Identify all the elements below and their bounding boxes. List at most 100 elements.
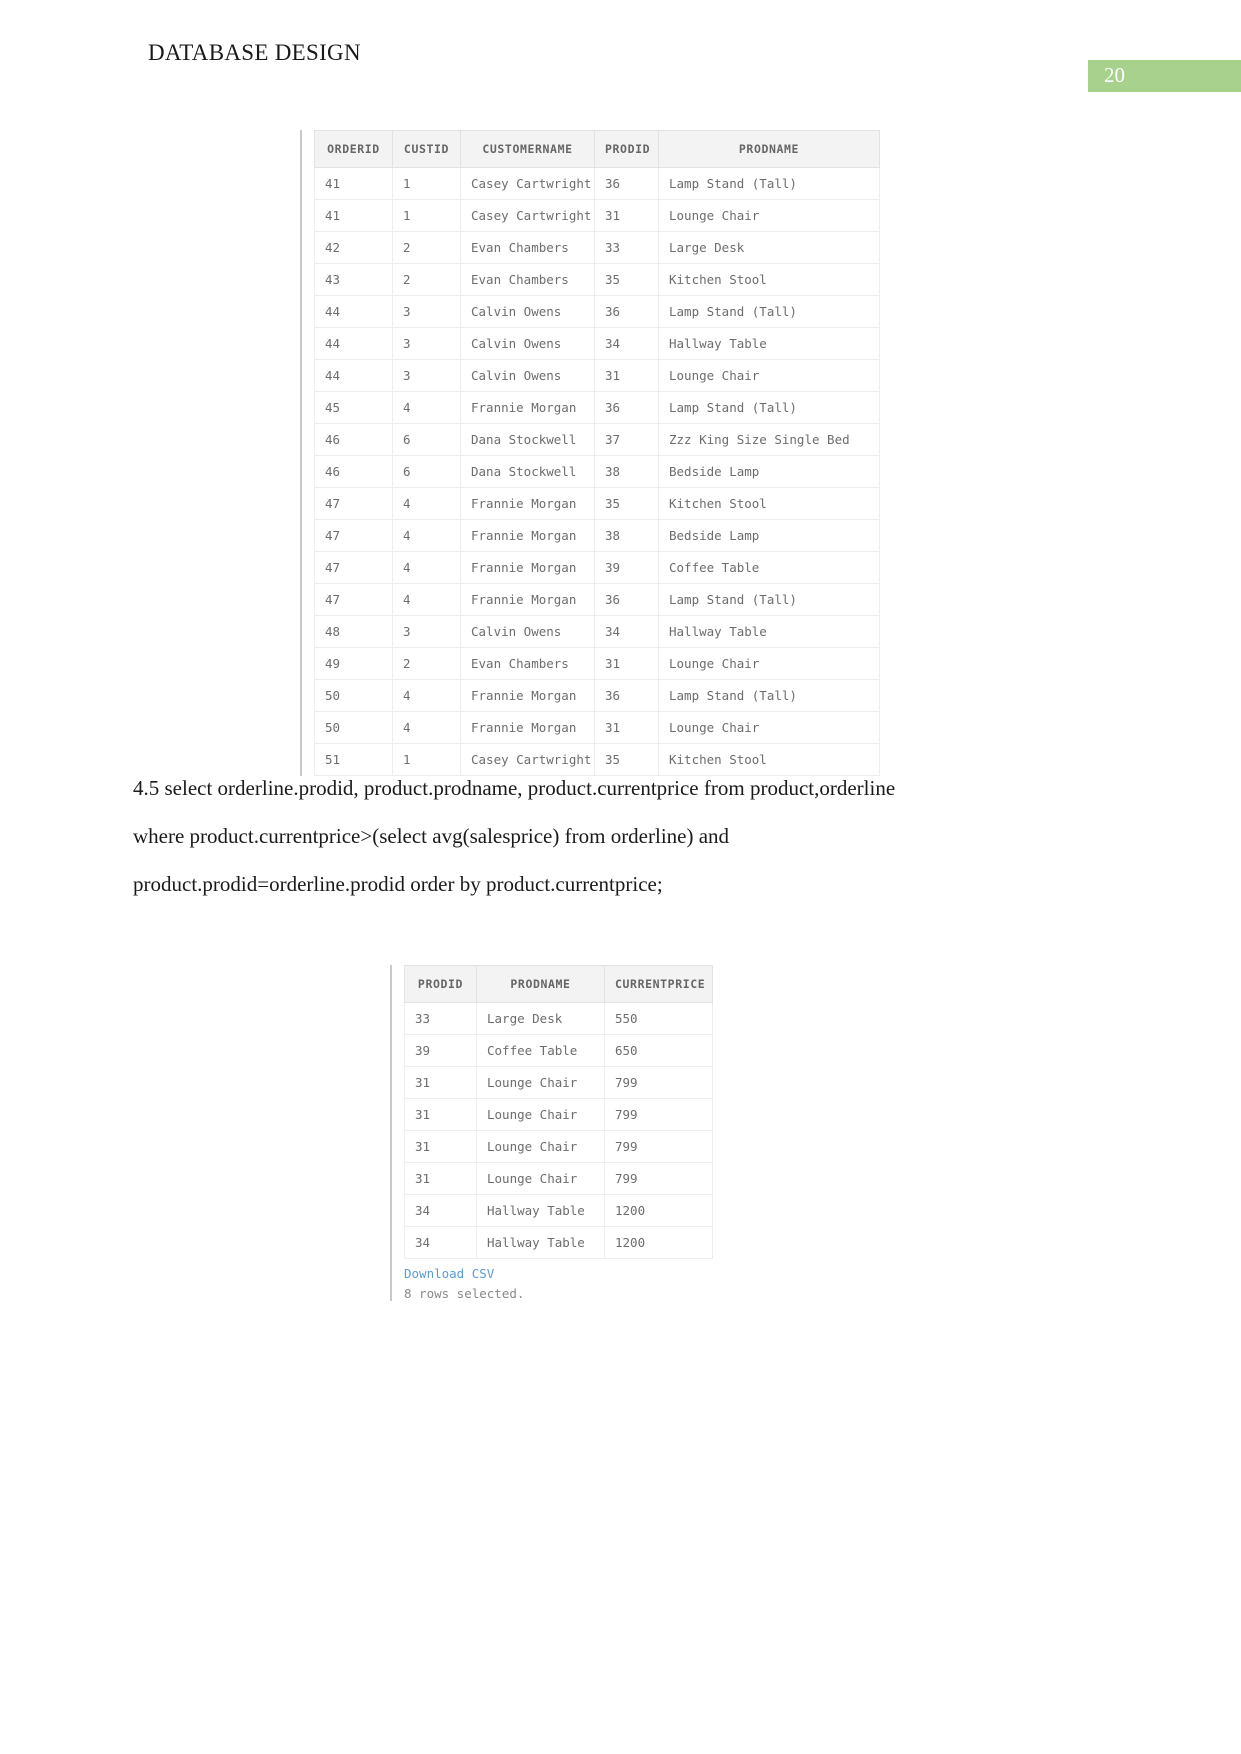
cell-prodname: Lamp Stand (Tall) [658,391,880,424]
cell-customername: Casey Cartwright [460,167,595,200]
cell-customername: Frannie Morgan [460,519,595,552]
column-header-prodid: PRODID [594,130,659,168]
cell-prodid: 31 [594,199,659,232]
cell-prodid: 31 [404,1098,477,1131]
cell-custid: 3 [392,615,461,648]
table-row: 42 2 Evan Chambers 33 Large Desk [314,231,880,264]
cell-orderid: 41 [314,167,393,200]
cell-prodid: 33 [404,1002,477,1035]
cell-prodid: 38 [594,519,659,552]
query-line-1: 4.5 select orderline.prodid, product.pro… [133,776,896,800]
table-row: 34 Hallway Table 1200 [404,1194,713,1227]
cell-customername: Dana Stockwell [460,455,595,488]
table-row: 44 3 Calvin Owens 31 Lounge Chair [314,359,880,392]
table-row: 45 4 Frannie Morgan 36 Lamp Stand (Tall) [314,391,880,424]
cell-orderid: 47 [314,551,393,584]
cell-prodname: Lounge Chair [476,1066,605,1099]
cell-prodid: 39 [594,551,659,584]
page-header: DATABASE DESIGN 20 [0,0,1241,100]
cell-prodname: Lounge Chair [658,359,880,392]
download-csv-link[interactable]: Download CSV [404,1266,494,1281]
cell-orderid: 50 [314,711,393,744]
table-header-row: PRODID PRODNAME CURRENTPRICE [404,965,713,1003]
column-header-prodname: PRODNAME [658,130,880,168]
cell-prodname: Bedside Lamp [658,519,880,552]
table-row: 44 3 Calvin Owens 34 Hallway Table [314,327,880,360]
cell-prodid: 34 [404,1226,477,1259]
query-line-3: product.prodid=orderline.prodid order by… [133,871,663,896]
cell-custid: 4 [392,583,461,616]
cell-prodid: 37 [594,423,659,456]
cell-prodid: 34 [404,1194,477,1227]
cell-prodname: Large Desk [476,1002,605,1035]
cell-prodname: Large Desk [658,231,880,264]
cell-custid: 2 [392,231,461,264]
cell-prodname: Lamp Stand (Tall) [658,583,880,616]
column-header-orderid: ORDERID [314,130,393,168]
cell-prodid: 35 [594,487,659,520]
cell-prodname: Lounge Chair [476,1162,605,1195]
cell-prodname: Coffee Table [658,551,880,584]
table-row: 49 2 Evan Chambers 31 Lounge Chair [314,647,880,680]
cell-customername: Frannie Morgan [460,551,595,584]
column-header-customername: CUSTOMERNAME [460,130,595,168]
cell-custid: 4 [392,519,461,552]
cell-prodid: 31 [594,711,659,744]
cell-currentprice: 1200 [604,1226,713,1259]
cell-orderid: 46 [314,423,393,456]
cell-prodname: Lounge Chair [658,199,880,232]
cell-customername: Calvin Owens [460,327,595,360]
cell-prodid: 36 [594,167,659,200]
table-row: 44 3 Calvin Owens 36 Lamp Stand (Tall) [314,295,880,328]
cell-customername: Evan Chambers [460,231,595,264]
cell-orderid: 45 [314,391,393,424]
cell-currentprice: 1200 [604,1194,713,1227]
screenshot-left-rule [390,965,392,1301]
cell-custid: 1 [392,199,461,232]
cell-prodname: Lounge Chair [476,1098,605,1131]
cell-prodid: 39 [404,1034,477,1067]
cell-prodid: 38 [594,455,659,488]
table-row: 47 4 Frannie Morgan 38 Bedside Lamp [314,519,880,552]
query-line-2: where product.currentprice>(select avg(s… [133,823,730,848]
cell-custid: 4 [392,551,461,584]
cell-custid: 6 [392,423,461,456]
cell-prodname: Kitchen Stool [658,263,880,296]
cell-orderid: 46 [314,455,393,488]
cell-customername: Calvin Owens [460,295,595,328]
cell-prodid: 36 [594,583,659,616]
table-row: 43 2 Evan Chambers 35 Kitchen Stool [314,263,880,296]
orderline-results-block: ORDERID CUSTID CUSTOMERNAME PRODID PRODNAME … [300,130,880,776]
cell-prodname: Lamp Stand (Tall) [658,167,880,200]
cell-customername: Evan Chambers [460,647,595,680]
cell-prodid: 36 [594,391,659,424]
table-row: 46 6 Dana Stockwell 38 Bedside Lamp [314,455,880,488]
cell-custid: 3 [392,295,461,328]
column-header-prodid: PRODID [404,965,477,1003]
table-row: 50 4 Frannie Morgan 31 Lounge Chair [314,711,880,744]
cell-orderid: 44 [314,359,393,392]
cell-currentprice: 550 [604,1002,713,1035]
cell-prodname: Hallway Table [476,1226,605,1259]
product-price-results-table: PRODID PRODNAME CURRENTPRICE 33 Large Desk 5… [404,965,713,1259]
table-row: 31 Lounge Chair 799 [404,1162,713,1195]
cell-customername: Frannie Morgan [460,679,595,712]
table-row: 47 4 Frannie Morgan 36 Lamp Stand (Tall) [314,583,880,616]
cell-prodname: Bedside Lamp [658,455,880,488]
column-header-currentprice: CURRENTPRICE [604,965,713,1003]
cell-customername: Calvin Owens [460,359,595,392]
table-row: 33 Large Desk 550 [404,1002,713,1035]
page-number-text: 20 [1104,63,1125,87]
cell-custid: 3 [392,359,461,392]
cell-orderid: 49 [314,647,393,680]
cell-currentprice: 799 [604,1098,713,1131]
cell-prodname: Hallway Table [658,615,880,648]
page-title: DATABASE DESIGN [148,40,361,65]
cell-custid: 4 [392,487,461,520]
cell-currentprice: 799 [604,1066,713,1099]
cell-prodname: Kitchen Stool [658,487,880,520]
cell-custid: 1 [392,167,461,200]
cell-customername: Frannie Morgan [460,711,595,744]
cell-orderid: 42 [314,231,393,264]
screenshot-left-rule [300,130,302,776]
